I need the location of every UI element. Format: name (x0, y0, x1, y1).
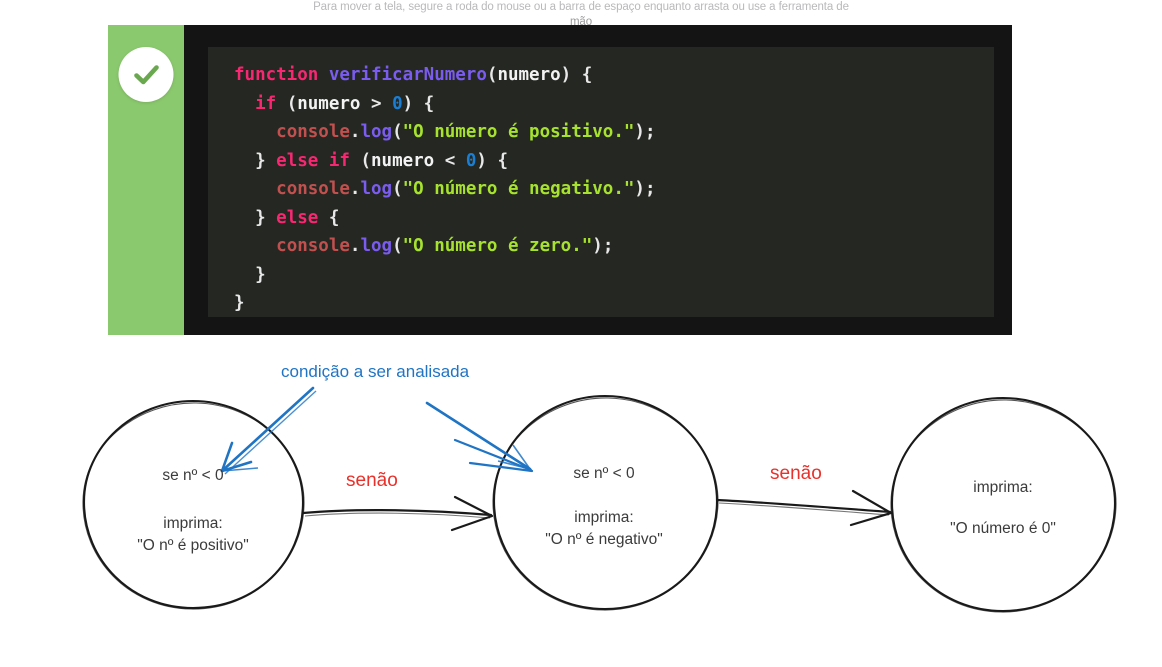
edge-label-1: senão (346, 470, 398, 491)
code-line: function verificarNumero(numero) { (234, 65, 593, 85)
code-snippet-card: function verificarNumero(numero) { if (n… (108, 25, 1012, 335)
code-body: function verificarNumero(numero) { if (n… (184, 25, 1012, 335)
code-line: console.log("O número é zero."); (276, 236, 614, 256)
canvas-pan-hint-line-1: Para mover a tela, segure a roda do mous… (313, 1, 849, 13)
code-line: if (numero > 0) { (255, 93, 435, 114)
node-positivo-condition: se nº < 0 (162, 467, 224, 484)
node-negativo-action-label: imprima: (574, 509, 633, 526)
check-circle-icon (118, 47, 174, 102)
code-line: console.log("O número é negativo."); (276, 179, 656, 199)
node-zero-action-value: "O número é 0" (950, 520, 1056, 537)
edge-label-2: senão (770, 463, 822, 484)
node-zero-action-label: imprima: (973, 479, 1032, 496)
code-status-rail (108, 25, 184, 335)
edge-1 (301, 495, 494, 532)
code-line: } else { (234, 207, 340, 228)
flow-diagram: condição a ser analisada senão senão se … (0, 350, 1162, 667)
node-negativo-action-value: "O nº é negativo" (545, 531, 662, 548)
code-line: console.log("O número é positivo."); (276, 122, 656, 142)
code-line: } (234, 293, 245, 313)
node-zero[interactable] (890, 396, 1117, 613)
code-line: } (234, 264, 266, 285)
node-positivo-action-value: "O nº é positivo" (137, 537, 248, 554)
node-positivo-action-label: imprima: (163, 515, 222, 532)
code-block[interactable]: function verificarNumero(numero) { if (n… (208, 47, 994, 317)
node-negativo-condition: se nº < 0 (573, 465, 635, 482)
edge-2 (715, 489, 893, 527)
code-line: } else if (numero < 0) { (234, 150, 508, 171)
annotation-label: condição a ser analisada (281, 362, 470, 381)
node-negativo[interactable] (492, 394, 719, 611)
